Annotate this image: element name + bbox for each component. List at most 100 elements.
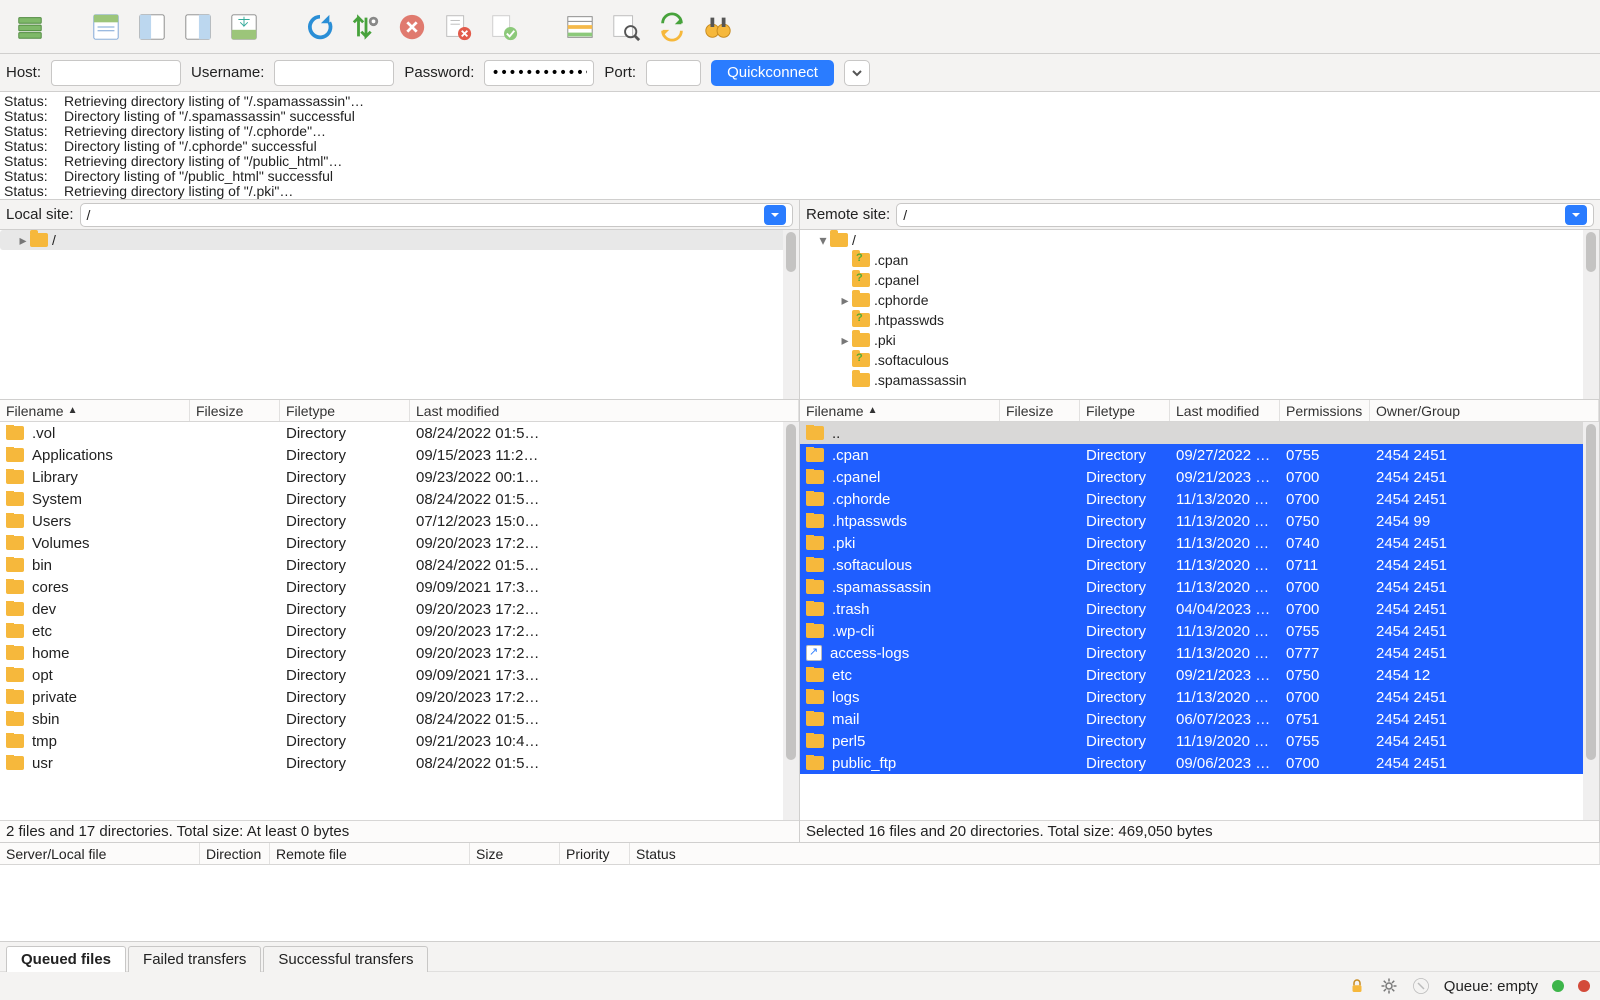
password-input[interactable] bbox=[484, 60, 594, 86]
file-row[interactable]: .htpasswdsDirectory11/13/2020 0…07502454… bbox=[800, 510, 1583, 532]
quickconnect-button[interactable]: Quickconnect bbox=[711, 60, 834, 86]
tree-item[interactable]: .htpasswds bbox=[800, 310, 1599, 330]
col-remote-file[interactable]: Remote file bbox=[270, 843, 470, 864]
file-row[interactable]: sbinDirectory08/24/2022 01:5… bbox=[0, 708, 783, 730]
col-permissions[interactable]: Permissions bbox=[1280, 400, 1370, 421]
server-icon bbox=[15, 12, 45, 42]
tree-item[interactable]: ▸.cphorde bbox=[800, 290, 1599, 310]
scrollbar[interactable] bbox=[1583, 422, 1599, 820]
local-path-dropdown[interactable]: / bbox=[80, 203, 793, 227]
toggle-queue-button[interactable] bbox=[224, 7, 264, 47]
col-server-local[interactable]: Server/Local file bbox=[0, 843, 200, 864]
file-row[interactable]: mailDirectory06/07/2023 1…07512454 2451 bbox=[800, 708, 1583, 730]
remote-path-dropdown[interactable]: / bbox=[896, 203, 1594, 227]
remote-list-header[interactable]: Filename ▲ Filesize Filetype Last modifi… bbox=[800, 400, 1599, 422]
col-filetype[interactable]: Filetype bbox=[280, 400, 410, 421]
file-row[interactable]: perl5Directory11/19/2020 0…07552454 2451 bbox=[800, 730, 1583, 752]
refresh-button[interactable] bbox=[300, 7, 340, 47]
file-row[interactable]: .volDirectory08/24/2022 01:5… bbox=[0, 422, 783, 444]
site-manager-button[interactable] bbox=[10, 7, 50, 47]
scrollbar[interactable] bbox=[783, 230, 799, 399]
file-row[interactable]: access-logsDirectory11/13/2020 0…0777245… bbox=[800, 642, 1583, 664]
filter-button[interactable] bbox=[606, 7, 646, 47]
sync-browse-button[interactable] bbox=[652, 7, 692, 47]
col-filesize[interactable]: Filesize bbox=[1000, 400, 1080, 421]
local-tree[interactable]: ▸/ bbox=[0, 230, 799, 400]
folder-icon bbox=[806, 734, 824, 748]
process-queue-button[interactable] bbox=[346, 7, 386, 47]
quickconnect-history-dropdown[interactable] bbox=[844, 60, 870, 86]
local-file-list[interactable]: Filename ▲ Filesize Filetype Last modifi… bbox=[0, 400, 799, 820]
tree-item[interactable]: .cpanel bbox=[800, 270, 1599, 290]
tree-item[interactable]: ▸/ bbox=[0, 230, 799, 250]
file-row[interactable]: privateDirectory09/20/2023 17:2… bbox=[0, 686, 783, 708]
parent-dir-row[interactable]: .. bbox=[800, 422, 1583, 444]
scrollbar[interactable] bbox=[783, 422, 799, 820]
col-size[interactable]: Size bbox=[470, 843, 560, 864]
col-filename[interactable]: Filename bbox=[806, 403, 864, 419]
folder-icon bbox=[6, 470, 24, 484]
folder-icon bbox=[806, 514, 824, 528]
disconnect-button[interactable] bbox=[438, 7, 478, 47]
tab-queued-files[interactable]: Queued files bbox=[6, 946, 126, 972]
file-row[interactable]: .cphordeDirectory11/13/2020 0…07002454 2… bbox=[800, 488, 1583, 510]
file-row[interactable]: UsersDirectory07/12/2023 15:0… bbox=[0, 510, 783, 532]
remote-file-list[interactable]: Filename ▲ Filesize Filetype Last modifi… bbox=[800, 400, 1599, 820]
tree-item[interactable]: .softaculous bbox=[800, 350, 1599, 370]
col-filename[interactable]: Filename bbox=[6, 403, 64, 419]
transfer-queue[interactable]: Server/Local file Direction Remote file … bbox=[0, 842, 1600, 942]
file-row[interactable]: .cpanelDirectory09/21/2023 1…07002454 24… bbox=[800, 466, 1583, 488]
reconnect-button[interactable] bbox=[484, 7, 524, 47]
col-modified[interactable]: Last modified bbox=[410, 400, 799, 421]
toggle-local-tree-button[interactable] bbox=[132, 7, 172, 47]
host-input[interactable] bbox=[51, 60, 181, 86]
local-list-header[interactable]: Filename ▲ Filesize Filetype Last modifi… bbox=[0, 400, 799, 422]
col-modified[interactable]: Last modified bbox=[1170, 400, 1280, 421]
file-row[interactable]: public_ftpDirectory09/06/2023 …07002454 … bbox=[800, 752, 1583, 774]
username-input[interactable] bbox=[274, 60, 394, 86]
scrollbar[interactable] bbox=[1583, 230, 1599, 399]
message-log[interactable]: Status:Retrieving directory listing of "… bbox=[0, 92, 1600, 200]
file-row[interactable]: homeDirectory09/20/2023 17:2… bbox=[0, 642, 783, 664]
tab-failed-transfers[interactable]: Failed transfers bbox=[128, 946, 261, 972]
file-row[interactable]: .trashDirectory04/04/2023 …07002454 2451 bbox=[800, 598, 1583, 620]
tree-item[interactable]: .spamassassin bbox=[800, 370, 1599, 390]
folder-icon bbox=[6, 558, 24, 572]
file-row[interactable]: tmpDirectory09/21/2023 10:4… bbox=[0, 730, 783, 752]
file-row[interactable]: ApplicationsDirectory09/15/2023 11:2… bbox=[0, 444, 783, 466]
file-row[interactable]: .softaculousDirectory11/13/2020 0…071124… bbox=[800, 554, 1583, 576]
tree-item[interactable]: .cpan bbox=[800, 250, 1599, 270]
file-row[interactable]: .spamassassinDirectory11/13/2020 0…07002… bbox=[800, 576, 1583, 598]
file-row[interactable]: logsDirectory11/13/2020 0…07002454 2451 bbox=[800, 686, 1583, 708]
file-row[interactable]: VolumesDirectory09/20/2023 17:2… bbox=[0, 532, 783, 554]
toggle-remote-tree-button[interactable] bbox=[178, 7, 218, 47]
remote-tree[interactable]: ▾/.cpan.cpanel▸.cphorde.htpasswds▸.pki.s… bbox=[800, 230, 1599, 400]
file-row[interactable]: usrDirectory08/24/2022 01:5… bbox=[0, 752, 783, 774]
col-direction[interactable]: Direction bbox=[200, 843, 270, 864]
tree-item[interactable]: ▾/ bbox=[800, 230, 1599, 250]
file-row[interactable]: etcDirectory09/20/2023 17:2… bbox=[0, 620, 783, 642]
file-row[interactable]: LibraryDirectory09/23/2022 00:1… bbox=[0, 466, 783, 488]
file-row[interactable]: .cpanDirectory09/27/2022 1…07552454 2451 bbox=[800, 444, 1583, 466]
file-row[interactable]: etcDirectory09/21/2023 1…07502454 12 bbox=[800, 664, 1583, 686]
file-row[interactable]: devDirectory09/20/2023 17:2… bbox=[0, 598, 783, 620]
file-row[interactable]: optDirectory09/09/2021 17:3… bbox=[0, 664, 783, 686]
col-priority[interactable]: Priority bbox=[560, 843, 630, 864]
cancel-button[interactable] bbox=[392, 7, 432, 47]
tree-item[interactable]: ▸.pki bbox=[800, 330, 1599, 350]
col-owner[interactable]: Owner/Group bbox=[1370, 400, 1599, 421]
toggle-log-button[interactable] bbox=[86, 7, 126, 47]
gear-icon[interactable] bbox=[1380, 977, 1398, 995]
file-row[interactable]: coresDirectory09/09/2021 17:3… bbox=[0, 576, 783, 598]
find-button[interactable] bbox=[698, 7, 738, 47]
compare-button[interactable] bbox=[560, 7, 600, 47]
col-filesize[interactable]: Filesize bbox=[190, 400, 280, 421]
tab-successful-transfers[interactable]: Successful transfers bbox=[263, 946, 428, 972]
file-row[interactable]: binDirectory08/24/2022 01:5… bbox=[0, 554, 783, 576]
file-row[interactable]: SystemDirectory08/24/2022 01:5… bbox=[0, 488, 783, 510]
file-row[interactable]: .pkiDirectory11/13/2020 0…07402454 2451 bbox=[800, 532, 1583, 554]
col-filetype[interactable]: Filetype bbox=[1080, 400, 1170, 421]
file-row[interactable]: .wp-cliDirectory11/13/2020 0…07552454 24… bbox=[800, 620, 1583, 642]
col-status[interactable]: Status bbox=[630, 843, 1600, 864]
port-input[interactable] bbox=[646, 60, 701, 86]
